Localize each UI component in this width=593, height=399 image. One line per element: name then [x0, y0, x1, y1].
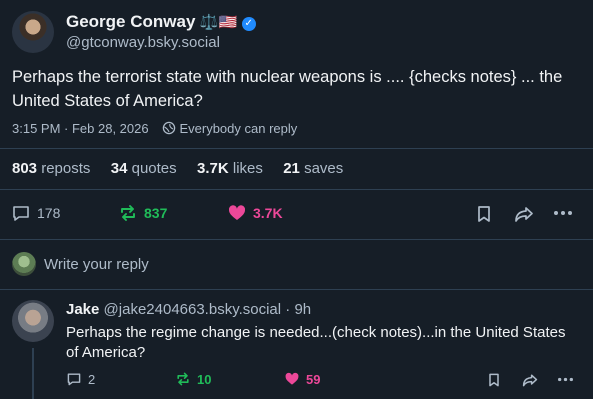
reply-age[interactable]: · 9h: [285, 301, 311, 318]
reply-text: Perhaps the regime change is needed...(c…: [66, 324, 566, 361]
reply-repost-button[interactable]: 10: [175, 371, 211, 387]
reply-icon: [67, 373, 81, 386]
share-icon[interactable]: [521, 372, 539, 388]
divider: [0, 148, 593, 149]
reply-author-avatar[interactable]: [12, 300, 54, 342]
author-name[interactable]: George Conway: [66, 12, 195, 31]
verified-badge-icon: ✓: [241, 17, 256, 31]
share-icon[interactable]: [513, 204, 535, 224]
divider: [0, 239, 593, 240]
reply-icon: [13, 206, 29, 221]
reply-composer-placeholder[interactable]: Write your reply: [44, 256, 149, 273]
author-avatar[interactable]: [12, 11, 54, 53]
divider: [0, 289, 593, 290]
author-handle[interactable]: @gtconway.bsky.social: [66, 34, 220, 51]
bookmark-icon[interactable]: [486, 372, 502, 388]
stat-quotes[interactable]: 34 quotes: [111, 160, 177, 177]
globe-icon: [162, 121, 176, 135]
reply-setting[interactable]: Everybody can reply: [179, 121, 297, 136]
reply-button[interactable]: 178: [11, 203, 60, 223]
reply-like-button[interactable]: 59: [284, 371, 320, 387]
reply-author-handle[interactable]: @jake2404663.bsky.social: [104, 301, 282, 318]
author-emoji: ⚖️🇺🇸: [199, 14, 238, 31]
author-name-row[interactable]: George Conway ⚖️🇺🇸 ✓: [66, 12, 256, 32]
repost-icon: [177, 372, 189, 386]
stat-saves[interactable]: 21 saves: [283, 160, 343, 177]
bookmark-icon[interactable]: [474, 204, 494, 224]
divider: [0, 189, 593, 190]
stat-reposts[interactable]: 803 reposts: [12, 160, 90, 177]
post-timestamp[interactable]: 3:15 PM · Feb 28, 2026: [12, 121, 149, 136]
user-avatar: [12, 252, 36, 276]
post-text: Perhaps the terrorist state with nuclear…: [12, 68, 563, 110]
stat-likes[interactable]: 3.7K likes: [197, 160, 263, 177]
more-options-icon[interactable]: [553, 210, 573, 216]
post-meta: 3:15 PM · Feb 28, 2026 Everybody can rep…: [12, 121, 297, 136]
reply-header: Jake @jake2404663.bsky.social · 9h: [66, 301, 311, 318]
like-button[interactable]: 3.7K: [227, 203, 283, 223]
post-stats: 803 reposts 34 quotes 3.7K likes 21 save…: [12, 160, 343, 177]
more-options-icon[interactable]: [557, 377, 574, 382]
heart-icon: [228, 205, 246, 220]
reply-author-name[interactable]: Jake: [66, 301, 99, 318]
thread-line: [32, 348, 34, 399]
heart-icon: [285, 372, 299, 385]
repost-icon: [121, 205, 135, 221]
reply-reply-button[interactable]: 2: [66, 371, 95, 387]
repost-button[interactable]: 837: [118, 203, 167, 223]
